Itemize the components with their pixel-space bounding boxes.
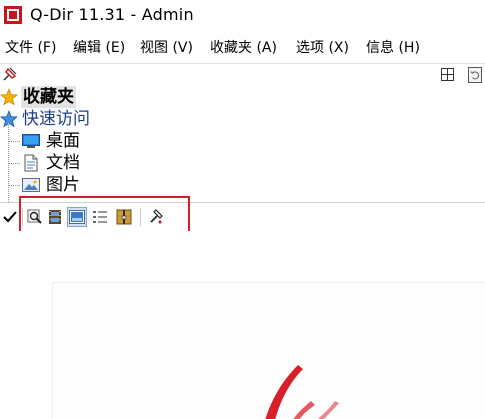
tree-item-documents[interactable]: 文档 [22,152,80,174]
pane-pin-icon[interactable] [2,66,18,82]
title-bar: Q-Dir 11.31 - Admin [0,0,485,32]
picture-icon [22,178,40,192]
menu-file[interactable]: 文件 (F) [5,36,56,60]
tree-item-pictures[interactable]: 图片 [22,174,80,196]
menu-edit[interactable]: 编辑 (E) [73,36,125,60]
document-icon [24,154,38,172]
preview-panel [52,282,485,419]
menu-favorites[interactable]: 收藏夹 (A) [210,36,277,60]
tree-guide-documents [9,163,20,164]
pictures-label: 图片 [46,175,80,195]
grid-layout-icon[interactable] [441,68,454,81]
checkmark-icon [3,211,17,223]
quick-access-star-icon [0,110,18,128]
tree-guide-pictures [9,185,20,186]
tree-guide-vertical [8,122,9,202]
menu-view[interactable]: 视图 (V) [140,36,193,60]
tree-item-quick-access[interactable]: 快速访问 [0,108,90,130]
tree-item-desktop[interactable]: 桌面 [22,130,80,152]
pane-header [0,64,485,84]
q-dir-app-icon [4,6,22,24]
menu-info[interactable]: 信息 (H) [366,36,420,60]
tree-guide-desktop [9,141,20,142]
quick-access-label: 快速访问 [22,109,90,129]
desktop-icon [22,134,40,148]
navigation-tree: 收藏夹 快速访问 桌面 文档 图片 [0,84,485,202]
star-icon [0,88,18,106]
menu-bar: 文件 (F) 编辑 (E) 视图 (V) 收藏夹 (A) 选项 (X) 信息 (… [0,36,485,62]
documents-label: 文档 [46,153,80,173]
window-title: Q-Dir 11.31 - Admin [30,5,194,24]
favorites-label: 收藏夹 [21,86,76,108]
refresh-icon[interactable] [468,67,482,83]
desktop-label: 桌面 [46,131,80,151]
preview-image-icon [265,365,339,419]
menu-options[interactable]: 选项 (X) [296,36,349,60]
checkmark-button[interactable] [0,207,20,227]
tree-item-favorites[interactable]: 收藏夹 [0,86,76,108]
